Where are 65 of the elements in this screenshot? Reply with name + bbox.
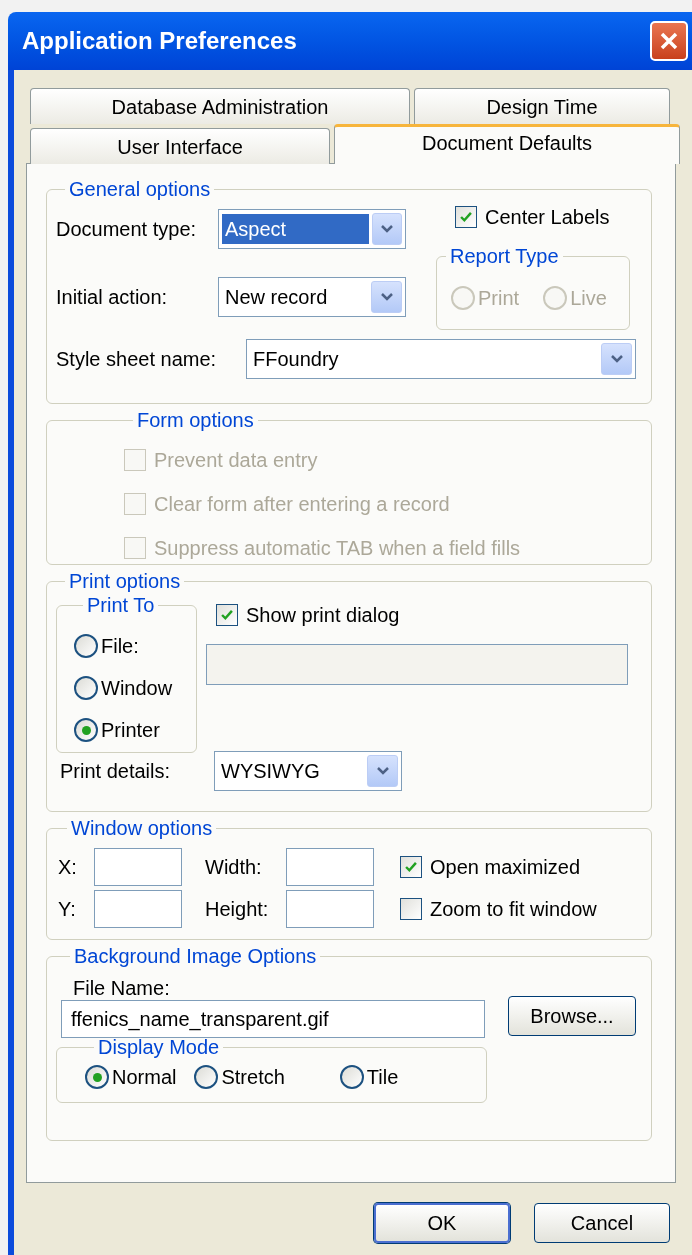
radio-button[interactable] [74, 634, 98, 658]
close-icon [659, 31, 679, 51]
chevron-down-icon [380, 224, 394, 234]
radio-button[interactable] [74, 718, 98, 742]
input-field[interactable] [94, 848, 182, 886]
dropdown[interactable]: WYSIWYG [214, 751, 402, 791]
group-title: Report Type [449, 244, 560, 268]
group-title: Print To [86, 593, 156, 617]
radio-label: Print [478, 286, 520, 310]
input-field[interactable] [94, 890, 182, 928]
field-label: Initial action: [56, 285, 169, 309]
checkbox[interactable] [400, 856, 422, 878]
radio-label: Stretch [221, 1065, 285, 1089]
group-title: Display Mode [97, 1035, 221, 1059]
field-label: Style sheet name: [56, 347, 218, 371]
radio-button[interactable] [85, 1065, 109, 1089]
checkbox-label: Prevent data entry [154, 448, 318, 472]
field-label: File Name: [73, 976, 171, 1000]
dialog-button[interactable]: OK [374, 1203, 510, 1243]
tab[interactable]: Document Defaults [334, 124, 680, 164]
dropdown[interactable]: Aspect [218, 209, 406, 249]
close-button[interactable] [650, 21, 688, 61]
field-label: Height: [205, 897, 270, 921]
checkbox-label: Center Labels [485, 205, 610, 229]
field-label: X: [58, 855, 78, 879]
group-title: Window options [70, 816, 214, 840]
dialog-button[interactable]: Cancel [534, 1203, 670, 1243]
input-field[interactable]: ffenics_name_transparent.gif [61, 1000, 485, 1038]
radio-label: Live [570, 286, 607, 310]
field-label: Print details: [59, 759, 172, 783]
chevron-down-icon [379, 292, 394, 302]
radio-button[interactable] [74, 676, 98, 700]
checkbox-label: Clear form after entering a record [154, 492, 450, 516]
checkbox-label: Zoom to fit window [430, 897, 597, 921]
tab[interactable]: User Interface [30, 128, 330, 164]
checkbox[interactable] [400, 898, 422, 920]
dropdown[interactable]: New record [218, 277, 406, 317]
field-label: Width: [205, 855, 263, 879]
radio-button[interactable] [339, 1065, 364, 1089]
checkbox-label: Suppress automatic TAB when a field fills [154, 536, 521, 560]
radio-label: File: [101, 634, 139, 658]
group-title: Background Image Options [73, 944, 318, 968]
checkbox[interactable] [216, 604, 238, 626]
checkbox-label: Open maximized [430, 855, 581, 879]
checkbox-label: Show print dialog [246, 603, 400, 627]
radio-label: Window [101, 676, 173, 700]
radio-button[interactable] [194, 1065, 219, 1089]
group-title: Form options [136, 408, 255, 432]
group-title: Print options [68, 569, 182, 593]
window-title: Application Preferences [22, 29, 297, 53]
checkbox[interactable] [455, 206, 477, 228]
chevron-down-icon [375, 766, 390, 776]
radio-label: Printer [101, 718, 160, 742]
input-field[interactable] [286, 890, 374, 928]
tab[interactable]: Database Administration [30, 88, 410, 124]
field-label: Y: [58, 897, 77, 921]
group-title: General options [68, 177, 212, 201]
input-field[interactable] [286, 848, 374, 886]
dropdown[interactable]: FFoundry [246, 339, 636, 379]
browse-button[interactable]: Browse... [508, 996, 636, 1036]
chevron-down-icon [609, 354, 624, 364]
field-label: Document type: [56, 217, 198, 241]
tab[interactable]: Design Time [414, 88, 670, 124]
radio-label: Normal [112, 1065, 177, 1089]
radio-label: Tile [366, 1065, 399, 1089]
